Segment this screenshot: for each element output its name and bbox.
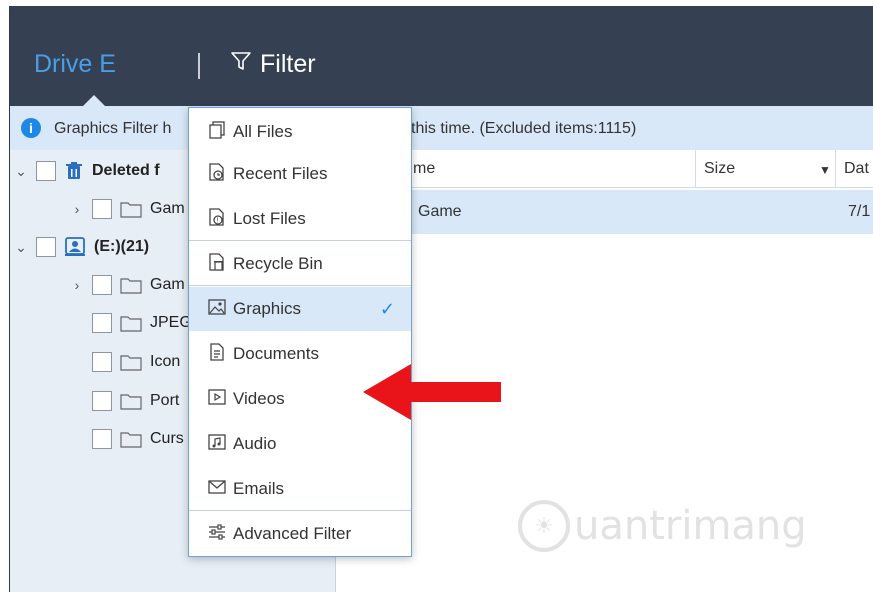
tree-item-label: JPEG	[150, 314, 192, 331]
menu-item-audio[interactable]: Audio	[189, 422, 411, 466]
info-message-right: this time. (Excluded items:1115)	[411, 120, 637, 137]
filter-dropdown-menu: All Files Recent Files ! Lost Files Recy…	[188, 107, 412, 557]
menu-item-all-files[interactable]: All Files	[189, 110, 411, 154]
funnel-icon	[230, 50, 252, 79]
folder-icon	[120, 430, 142, 448]
tree-item-deleted[interactable]: ⌄ Deleted f	[14, 152, 160, 190]
trash-icon	[64, 161, 84, 181]
menu-divider	[189, 240, 411, 241]
tree-item-label: Gam	[150, 200, 185, 217]
row-date: 7/1	[848, 203, 871, 220]
menu-item-label: Advanced Filter	[233, 524, 352, 543]
recent-files-icon	[207, 162, 227, 187]
chevron-down-icon[interactable]: ⌄	[14, 239, 28, 255]
advanced-filter-icon	[207, 522, 227, 547]
info-icon: i	[21, 118, 41, 138]
user-drive-icon	[64, 237, 86, 257]
folder-icon	[120, 276, 142, 294]
menu-item-recycle-bin[interactable]: Recycle Bin	[189, 242, 411, 286]
folder-icon	[120, 200, 142, 218]
recycle-bin-icon	[207, 252, 227, 277]
app-window: Drive E Filter Graphics Filter h this ti…	[9, 6, 873, 592]
tab-drive-e[interactable]: Drive E	[34, 50, 116, 79]
graphics-icon	[207, 297, 227, 322]
audio-icon	[207, 432, 227, 457]
header-separator	[198, 53, 200, 79]
tree-item-jpeg[interactable]: JPEG	[92, 304, 192, 342]
menu-item-label: Audio	[233, 434, 277, 453]
tree-item-icon[interactable]: Icon	[92, 343, 180, 381]
menu-item-advanced-filter[interactable]: Advanced Filter	[189, 512, 411, 556]
videos-icon	[207, 387, 227, 412]
watermark-text: uantrimang	[574, 503, 807, 549]
checkbox[interactable]	[92, 391, 112, 411]
folder-icon	[120, 392, 142, 410]
column-name[interactable]: me	[413, 160, 435, 178]
column-divider[interactable]	[695, 150, 696, 188]
documents-icon	[207, 342, 227, 367]
folder-icon	[120, 353, 142, 371]
top-header: Drive E Filter	[10, 6, 873, 106]
svg-text:!: !	[217, 217, 219, 224]
menu-item-label: Lost Files	[233, 209, 306, 228]
checkbox[interactable]	[36, 161, 56, 181]
filter-button[interactable]: Filter	[230, 50, 316, 79]
menu-divider	[189, 285, 411, 286]
menu-item-label: Graphics	[233, 299, 302, 318]
chevron-right-icon[interactable]: ›	[70, 201, 84, 217]
tree-item-label: Gam	[150, 276, 185, 293]
folder-icon	[120, 314, 142, 332]
lost-files-icon: !	[207, 207, 227, 232]
column-size[interactable]: Size	[704, 160, 735, 178]
watermark: ☀ uantrimang	[518, 500, 807, 552]
menu-item-label: Documents	[233, 344, 319, 363]
column-divider[interactable]	[835, 150, 836, 188]
check-icon: ✓	[379, 299, 395, 319]
column-date[interactable]: Dat	[844, 160, 869, 178]
tree-item-label: (E:)(21)	[94, 238, 150, 255]
menu-item-label: All Files	[233, 122, 293, 141]
table-row[interactable]: Game 7/1	[337, 190, 873, 234]
red-arrow-annotation	[361, 362, 503, 427]
info-message-left: Graphics Filter h	[54, 120, 172, 137]
file-list-header: me Size ▼ Dat	[337, 150, 873, 188]
menu-item-emails[interactable]: Emails	[189, 467, 411, 511]
checkbox[interactable]	[92, 275, 112, 295]
active-tab-caret	[83, 95, 105, 106]
sort-down-icon[interactable]: ▼	[819, 163, 831, 177]
all-files-icon	[207, 120, 227, 145]
info-bar: Graphics Filter h this time. (Excluded i…	[10, 106, 873, 150]
tree-item-label: Deleted f	[92, 162, 160, 179]
checkbox[interactable]	[92, 199, 112, 219]
row-name: Game	[418, 203, 462, 220]
menu-item-lost-files[interactable]: ! Lost Files	[189, 197, 411, 241]
filter-label: Filter	[260, 50, 316, 78]
checkbox[interactable]	[92, 429, 112, 449]
checkbox[interactable]	[92, 352, 112, 372]
menu-item-label: Recent Files	[233, 164, 328, 183]
checkbox[interactable]	[92, 313, 112, 333]
tree-item-port[interactable]: Port	[92, 382, 179, 420]
menu-divider	[189, 510, 411, 511]
watermark-logo-icon: ☀	[518, 500, 570, 552]
menu-item-graphics[interactable]: Graphics ✓	[189, 287, 411, 331]
tree-item-label: Port	[150, 392, 180, 409]
emails-icon	[207, 477, 227, 502]
tree-item-game-2[interactable]: › Gam	[70, 266, 185, 304]
menu-item-label: Recycle Bin	[233, 254, 323, 273]
tree-item-curs[interactable]: Curs	[92, 420, 184, 458]
menu-item-recent-files[interactable]: Recent Files	[189, 152, 411, 196]
chevron-down-icon[interactable]: ⌄	[14, 163, 28, 179]
tree-item-game-1[interactable]: › Gam	[70, 190, 185, 228]
chevron-right-icon[interactable]: ›	[70, 277, 84, 293]
menu-item-label: Emails	[233, 479, 285, 498]
menu-item-label: Videos	[233, 389, 285, 408]
checkbox[interactable]	[36, 237, 56, 257]
tree-item-drive-e[interactable]: ⌄ (E:)(21)	[14, 228, 149, 266]
tree-item-label: Icon	[150, 353, 181, 370]
tree-item-label: Curs	[150, 430, 184, 447]
